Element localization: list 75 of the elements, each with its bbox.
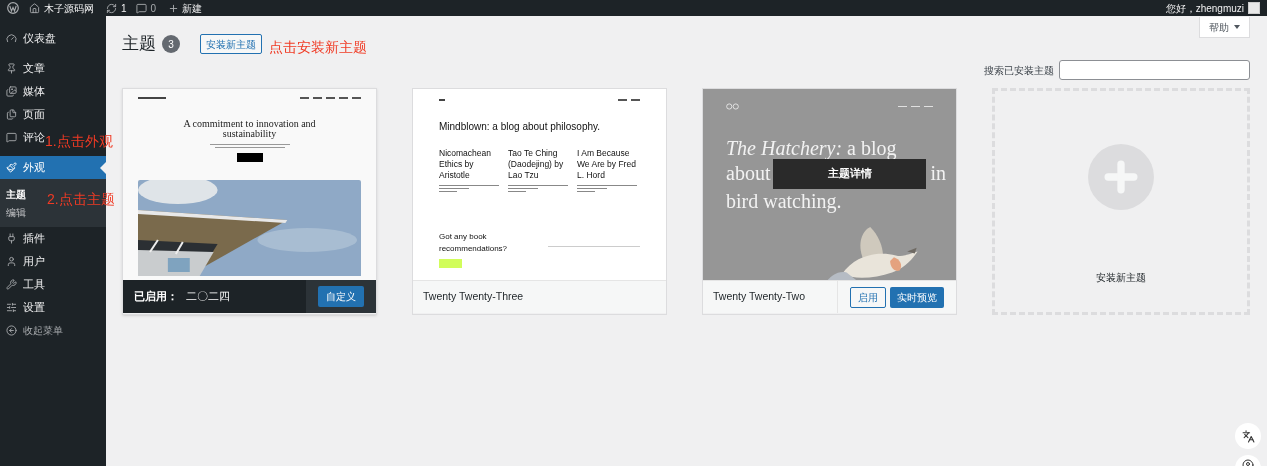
- search-field[interactable]: [1059, 60, 1250, 80]
- sliders-icon: [6, 302, 17, 313]
- pin-icon: [6, 63, 17, 74]
- user-icon: [6, 256, 17, 267]
- translate-icon: [1241, 429, 1255, 443]
- theme-name: 已启用： 二〇二四: [133, 289, 231, 305]
- home-icon[interactable]: [29, 2, 40, 14]
- logo-icon[interactable]: [7, 2, 19, 14]
- preview-heading: A commitment to innovation and sustainability: [182, 118, 317, 139]
- nav-links-drawing: [898, 105, 933, 108]
- new-link[interactable]: 新建: [182, 0, 203, 16]
- learn-more-button-drawing: [236, 153, 263, 162]
- site-name-link[interactable]: 木子源码网: [44, 0, 94, 16]
- comment-icon: [6, 132, 17, 143]
- preview-cta: Got any book recommendations?: [439, 231, 509, 255]
- sidebar-item[interactable]: 媒体: [0, 80, 47, 103]
- theme-count: 3: [162, 35, 180, 53]
- updates-icon[interactable]: [106, 2, 117, 14]
- sidebar-item[interactable]: 评论: [0, 126, 47, 149]
- pages-icon: [6, 109, 17, 120]
- logo-icon: [726, 103, 739, 110]
- sidebar-item[interactable]: 工具: [0, 273, 47, 296]
- wrench-icon: [6, 279, 17, 290]
- sidebar-item[interactable]: 文章: [0, 57, 47, 80]
- activate-button[interactable]: 启用: [850, 286, 886, 308]
- theme-name: Twenty Twenty-Three: [422, 289, 525, 305]
- theme-name: Twenty Twenty-Two: [712, 289, 806, 305]
- live-preview-button[interactable]: 实时预览: [890, 286, 944, 308]
- collapse-icon: [6, 325, 17, 336]
- nav-links-drawing: [618, 99, 640, 101]
- preview-heading: bird watching.: [726, 189, 843, 214]
- post-title: I Am Because We Are by Fred L. Hord: [577, 147, 637, 181]
- search-label: 搜索已安装主题: [984, 63, 1054, 78]
- post-excerpt-drawing: [439, 184, 502, 192]
- theme-details-button[interactable]: 主题详情: [773, 158, 927, 189]
- gauge-icon: [6, 33, 17, 44]
- add-theme-card[interactable]: 安装新主题: [992, 88, 1250, 315]
- collapse-menu-button[interactable]: 收起菜单: [0, 319, 65, 342]
- preview-heading: about: [726, 161, 771, 186]
- sidebar-item[interactable]: 用户: [0, 250, 47, 273]
- theme-card[interactable]: The Hatchery: a blog about 主题详情 in bird watching. Twenty Twenty-Two 启用 实时预览: [702, 88, 957, 315]
- sidebar-item[interactable]: 页面: [0, 103, 47, 126]
- comment-icon[interactable]: [135, 2, 147, 14]
- post-excerpt-drawing: [508, 184, 571, 192]
- plug-icon: [6, 233, 17, 244]
- add-theme-label: 安装新主题: [1096, 271, 1146, 285]
- customize-button[interactable]: 自定义: [318, 286, 364, 307]
- submenu-item[interactable]: 主题: [0, 185, 28, 203]
- greeting-link[interactable]: 您好，zhengmuzi: [1165, 0, 1244, 16]
- caret-icon: [1234, 25, 1240, 29]
- sidebar-item[interactable]: 外观: [0, 156, 106, 179]
- preview-heading: Mindblown: a blog about philosophy.: [439, 119, 602, 134]
- post-title: Nicomachean Ethics by Aristotle: [439, 147, 492, 181]
- plus-icon[interactable]: [168, 2, 180, 14]
- brush-icon: [6, 162, 17, 173]
- help-button[interactable]: 帮助: [1199, 17, 1250, 38]
- comments-count[interactable]: 0: [150, 0, 157, 16]
- preview-heading: The Hatchery: a blog: [726, 136, 898, 161]
- add-theme-button[interactable]: 安装新主题: [200, 34, 262, 54]
- cta-button-drawing: [439, 259, 462, 268]
- annotation: 点击安装新主题: [269, 38, 367, 57]
- theme-card[interactable]: A commitment to innovation and sustainability 已启用： 二〇二四 自定义: [122, 88, 377, 315]
- translate-button[interactable]: [1235, 423, 1261, 449]
- post-excerpt-drawing: [577, 184, 640, 192]
- submenu-item[interactable]: 编辑: [0, 203, 28, 221]
- nav-links-drawing: [300, 97, 361, 99]
- page-title: 主题: [122, 33, 156, 56]
- updates-count[interactable]: 1: [121, 0, 127, 16]
- sidebar-item[interactable]: 插件: [0, 227, 47, 250]
- sidebar-item[interactable]: 设置: [0, 296, 47, 319]
- sidebar-item[interactable]: 仪表盘: [0, 27, 58, 50]
- post-title: Tao Te Ching (Daodejing) by Lao Tzu: [508, 147, 565, 181]
- theme-card[interactable]: Mindblown: a blog about philosophy. Nicomachean Ethics by Aristotle Tao Te Ching (Daodejing) by Lao Tzu I Am Because We Are by Fred L. Hord Got any book recommendations? Twenty Twenty-Three: [412, 88, 667, 315]
- images-icon: [6, 86, 17, 97]
- preview-heading: in: [930, 161, 946, 186]
